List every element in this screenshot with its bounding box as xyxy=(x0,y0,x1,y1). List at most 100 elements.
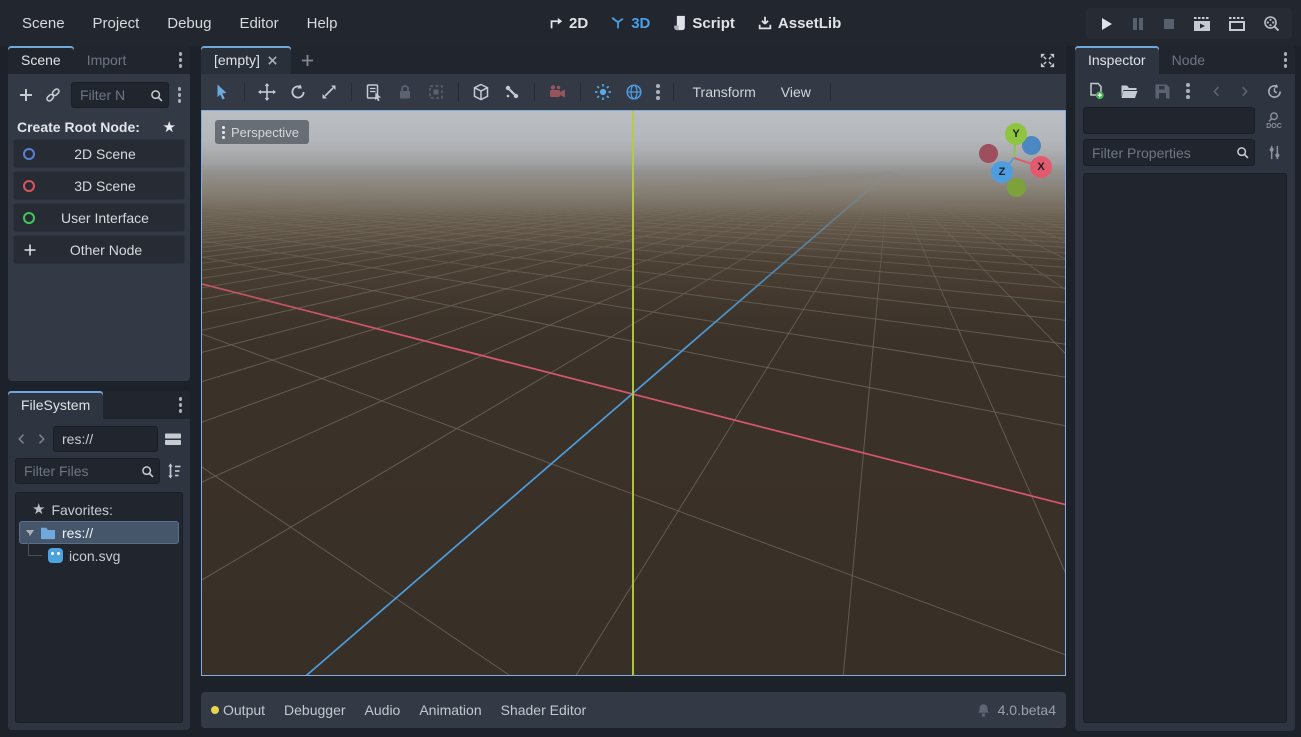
new-scene-tab-button[interactable] xyxy=(291,46,324,74)
spatial-toolbar: Transform View xyxy=(201,74,1066,110)
new-resource-button[interactable] xyxy=(1087,82,1105,100)
menu-scene[interactable]: Scene xyxy=(10,10,77,37)
main-menu-bar: Scene Project Debug Editor Help 2D 3D Sc… xyxy=(0,0,1301,46)
create-root-label: Create Root Node: xyxy=(17,119,140,135)
shader-editor-panel-button[interactable]: Shader Editor xyxy=(501,702,587,718)
ungroup-selected-tool[interactable] xyxy=(427,83,445,101)
skeleton-options-tool[interactable] xyxy=(503,83,521,101)
edit-history-button[interactable] xyxy=(1266,83,1283,100)
history-forward-icon[interactable] xyxy=(34,432,48,446)
filter-files-input[interactable] xyxy=(15,458,160,484)
play-custom-scene-button[interactable] xyxy=(1228,16,1246,32)
search-online-docs-icon[interactable]: DOC xyxy=(1261,111,1287,130)
doc-search-input[interactable] xyxy=(1083,107,1255,134)
animation-panel-button[interactable]: Animation xyxy=(419,702,481,718)
create-user-interface-button[interactable]: User Interface xyxy=(13,203,185,232)
scene-dock-menu-icon[interactable] xyxy=(171,52,191,68)
list-select-tool[interactable] xyxy=(365,83,383,101)
favorites-star-icon[interactable]: ★ xyxy=(163,120,181,135)
inspector-menu-icon[interactable] xyxy=(1276,52,1296,68)
close-tab-icon[interactable] xyxy=(267,55,278,66)
filter-files-wrap xyxy=(15,458,160,484)
switch-assetlib-button[interactable]: AssetLib xyxy=(757,15,841,32)
sun-environment-menu-icon[interactable] xyxy=(656,84,660,100)
bell-icon[interactable] xyxy=(976,703,991,718)
scene-extra-menu-icon[interactable] xyxy=(178,87,182,103)
rotate-mode-tool[interactable] xyxy=(289,83,307,101)
filter-properties-input[interactable] xyxy=(1083,139,1255,166)
create-other-node-button[interactable]: Other Node xyxy=(13,235,185,264)
view-menu[interactable]: View xyxy=(775,84,817,100)
output-notification-dot xyxy=(211,706,219,714)
scale-mode-tool[interactable] xyxy=(320,83,338,101)
audio-panel-button[interactable]: Audio xyxy=(365,702,401,718)
debugger-panel-button[interactable]: Debugger xyxy=(284,702,346,718)
tree-item-res-root[interactable]: res:// xyxy=(19,521,179,544)
history-back-icon[interactable] xyxy=(15,432,29,446)
inspector-toolbar xyxy=(1075,74,1295,102)
file-sort-icon[interactable] xyxy=(165,462,183,480)
gizmo-z-ball[interactable]: Z xyxy=(991,161,1013,183)
move-mode-tool[interactable] xyxy=(258,83,276,101)
save-resource-button[interactable] xyxy=(1154,83,1171,100)
orientation-gizmo[interactable]: Y X Z xyxy=(968,117,1064,203)
instance-scene-link-icon[interactable] xyxy=(44,86,62,104)
inspector-tabbar: Inspector Node xyxy=(1075,46,1295,74)
transform-menu[interactable]: Transform xyxy=(687,84,762,100)
tab-filesystem[interactable]: FileSystem xyxy=(8,391,103,419)
switch-script-button[interactable]: Script xyxy=(672,15,735,32)
play-scene-button[interactable] xyxy=(1193,16,1211,32)
environment-preview-toggle[interactable] xyxy=(625,83,643,101)
gizmo-x-ball[interactable]: X xyxy=(1030,156,1052,178)
stop-button[interactable] xyxy=(1162,17,1176,31)
pause-button[interactable] xyxy=(1131,17,1145,31)
distraction-free-mode-icon[interactable] xyxy=(1029,46,1066,74)
tab-import[interactable]: Import xyxy=(74,46,140,74)
output-panel-button[interactable]: Output xyxy=(211,702,265,718)
filter-properties-wrap xyxy=(1083,139,1255,166)
add-node-button[interactable] xyxy=(17,86,35,104)
folder-icon xyxy=(40,526,56,540)
godot-file-icon xyxy=(48,548,63,563)
doc-search-wrap xyxy=(1083,107,1255,134)
inspector-doc-search-row: DOC xyxy=(1075,102,1295,136)
split-view-icon[interactable] xyxy=(163,430,183,448)
perspective-menu-button[interactable]: Perspective xyxy=(215,120,309,144)
scene-dock-tabbar: Scene Import xyxy=(8,46,190,74)
menu-project[interactable]: Project xyxy=(81,10,152,37)
3d-viewport[interactable]: Perspective Y X Z xyxy=(201,110,1066,676)
tab-scene[interactable]: Scene xyxy=(8,46,74,74)
load-resource-button[interactable] xyxy=(1120,83,1139,100)
create-2d-scene-button[interactable]: 2D Scene xyxy=(13,139,185,168)
tab-node[interactable]: Node xyxy=(1159,46,1218,74)
menu-help[interactable]: Help xyxy=(295,10,350,37)
property-tools-icon[interactable] xyxy=(1261,144,1287,161)
filesystem-menu-icon[interactable] xyxy=(171,397,191,413)
menu-debug[interactable]: Debug xyxy=(155,10,223,37)
resource-path-input[interactable] xyxy=(53,426,158,452)
movie-maker-mode-button[interactable] xyxy=(1263,15,1280,32)
favorites-row[interactable]: ★ Favorites: xyxy=(16,498,182,521)
filter-nodes-input-wrap xyxy=(71,82,169,108)
snap-cube-tool[interactable] xyxy=(472,83,490,101)
resource-extra-menu-icon[interactable] xyxy=(1186,83,1190,99)
scene-tab-empty[interactable]: [empty] xyxy=(201,46,291,74)
lock-selected-tool[interactable] xyxy=(396,83,414,101)
create-3d-scene-button[interactable]: 3D Scene xyxy=(13,171,185,200)
tree-item-icon-svg[interactable]: icon.svg xyxy=(16,544,182,567)
history-back-button[interactable] xyxy=(1210,85,1223,98)
camera-preview-toggle[interactable] xyxy=(548,83,567,101)
gizmo-neg-y-ball[interactable] xyxy=(1007,178,1026,197)
gizmo-y-ball[interactable]: Y xyxy=(1005,123,1027,145)
plus-icon xyxy=(23,243,37,257)
play-button[interactable] xyxy=(1098,16,1114,32)
menu-editor[interactable]: Editor xyxy=(227,10,290,37)
sun-preview-toggle[interactable] xyxy=(594,83,612,101)
tab-inspector[interactable]: Inspector xyxy=(1075,46,1159,74)
switch-2d-button[interactable]: 2D xyxy=(548,15,588,32)
history-forward-button[interactable] xyxy=(1238,85,1251,98)
select-mode-tool[interactable] xyxy=(213,83,231,101)
version-label[interactable]: 4.0.beta4 xyxy=(998,702,1056,718)
gizmo-neg-x-ball[interactable] xyxy=(979,144,998,163)
switch-3d-button[interactable]: 3D xyxy=(610,15,650,32)
